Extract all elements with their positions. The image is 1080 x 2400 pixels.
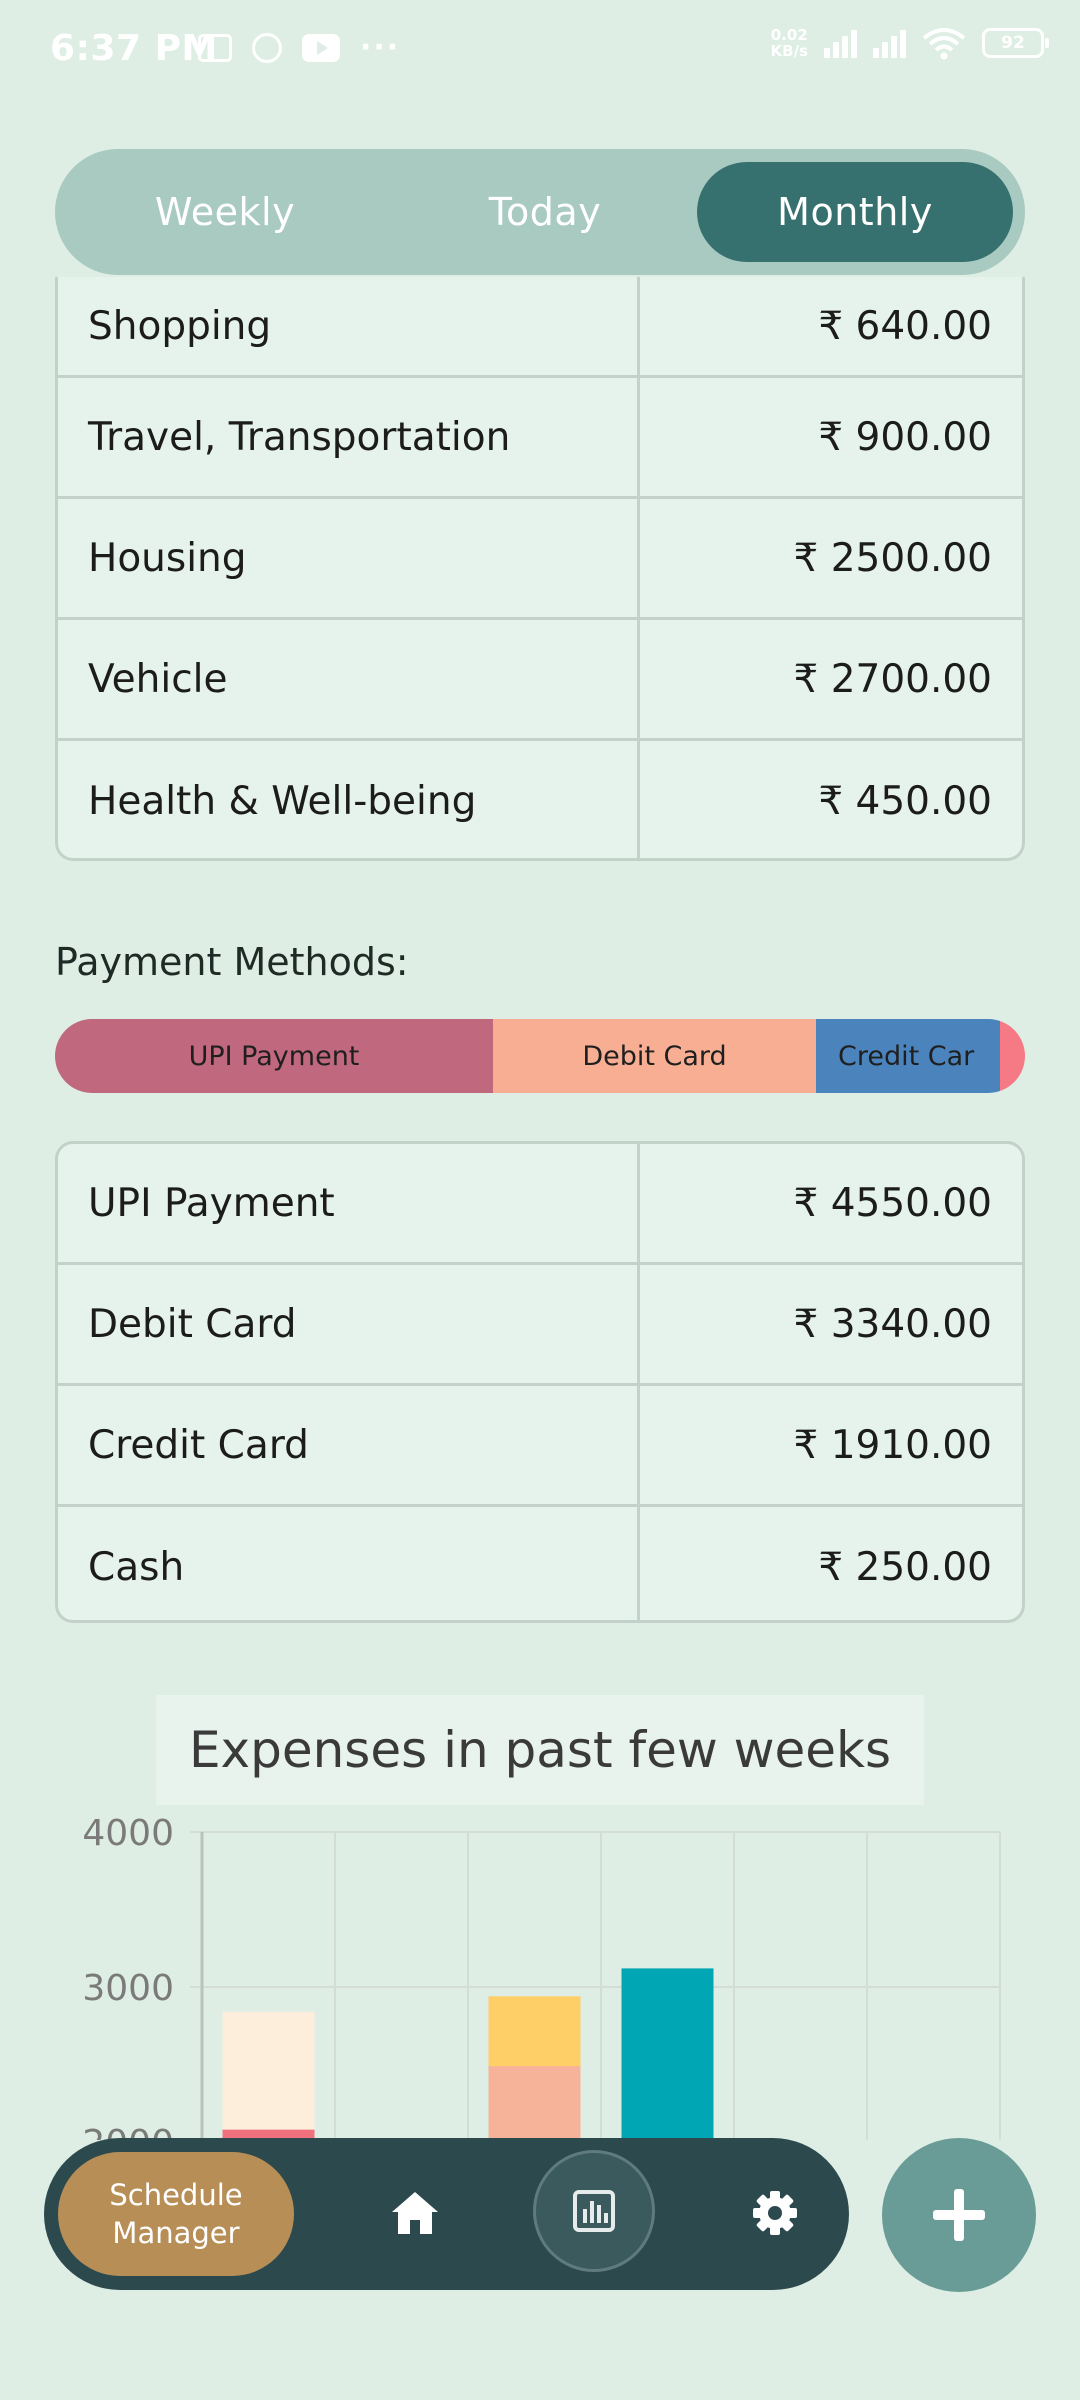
battery-level: 92 bbox=[1001, 33, 1025, 53]
chart-bar-segment bbox=[488, 2066, 581, 2140]
chart-bar-segment bbox=[621, 1968, 714, 2140]
toggle-monthly[interactable]: Monthly bbox=[697, 162, 1013, 262]
signal-1-icon bbox=[824, 28, 857, 58]
payment-methods-table: UPI Payment ₹ 4550.00 Debit Card ₹ 3340.… bbox=[55, 1141, 1025, 1623]
category-label: Shopping bbox=[88, 303, 272, 349]
stats-nav-button[interactable] bbox=[533, 2150, 655, 2272]
payment-label: Cash bbox=[88, 1545, 185, 1590]
add-expense-button[interactable] bbox=[882, 2138, 1036, 2292]
payment-bar-cash bbox=[1000, 1019, 1025, 1093]
network-speed-unit: KB/s bbox=[770, 42, 808, 60]
category-label: Health & Well-being bbox=[88, 779, 477, 824]
alarm-icon bbox=[252, 32, 282, 63]
network-speed-value: 0.02 bbox=[770, 26, 808, 44]
table-row: Credit Card ₹ 1910.00 bbox=[58, 1386, 1022, 1507]
expenses-bar-chart: 400030002000 bbox=[82, 1813, 1001, 2140]
y-tick-label: 3000 bbox=[82, 1968, 174, 2009]
table-row: Debit Card ₹ 3340.00 bbox=[58, 1265, 1022, 1386]
y-tick-label: 4000 bbox=[82, 1813, 174, 1854]
payment-bar-credit: Credit Car bbox=[816, 1019, 1000, 1093]
table-row: UPI Payment ₹ 4550.00 bbox=[58, 1144, 1022, 1265]
payment-amount: ₹ 3340.00 bbox=[793, 1301, 993, 1347]
gear-icon[interactable] bbox=[744, 2182, 806, 2244]
period-toggle: Weekly Today Monthly bbox=[55, 149, 1025, 275]
schedule-manager-button[interactable]: Schedule Manager bbox=[58, 2152, 294, 2276]
payment-label: Credit Card bbox=[88, 1422, 309, 1468]
payment-label: Debit Card bbox=[88, 1301, 297, 1347]
category-amount: ₹ 2700.00 bbox=[793, 656, 993, 702]
payment-amount: ₹ 1910.00 bbox=[793, 1422, 993, 1468]
table-row: Shopping ₹ 640.00 bbox=[58, 277, 1022, 378]
table-row: Travel, Transportation ₹ 900.00 bbox=[58, 378, 1022, 499]
status-system-icons: 0.02 KB/s 92 bbox=[771, 26, 1049, 60]
home-icon[interactable] bbox=[384, 2182, 446, 2244]
category-amount: ₹ 900.00 bbox=[818, 414, 992, 460]
bottom-navigation: Schedule Manager bbox=[44, 2138, 849, 2290]
payment-bar-upi: UPI Payment bbox=[55, 1019, 493, 1093]
table-row: Cash ₹ 250.00 bbox=[58, 1507, 1022, 1620]
network-speed: 0.02 KB/s bbox=[771, 27, 808, 59]
status-time: 6:37 PM bbox=[50, 28, 218, 69]
category-label: Housing bbox=[88, 535, 247, 581]
chart-title: Expenses in past few weeks bbox=[156, 1695, 924, 1805]
category-expense-table: Shopping ₹ 640.00 Travel, Transportation… bbox=[55, 277, 1025, 861]
plus-icon bbox=[933, 2189, 985, 2241]
table-row: Vehicle ₹ 2700.00 bbox=[58, 620, 1022, 741]
outlook-notification-icon bbox=[198, 33, 232, 62]
toggle-weekly[interactable]: Weekly bbox=[55, 149, 395, 275]
table-row: Health & Well-being ₹ 450.00 bbox=[58, 741, 1022, 858]
signal-2-icon bbox=[873, 28, 906, 58]
category-amount: ₹ 2500.00 bbox=[793, 535, 993, 581]
table-row: Housing ₹ 2500.00 bbox=[58, 499, 1022, 620]
youtube-icon bbox=[302, 33, 340, 62]
payment-amount: ₹ 250.00 bbox=[818, 1545, 992, 1590]
toggle-today[interactable]: Today bbox=[375, 149, 715, 275]
category-amount: ₹ 450.00 bbox=[818, 779, 992, 824]
wifi-icon bbox=[922, 28, 966, 60]
payment-amount: ₹ 4550.00 bbox=[793, 1180, 993, 1226]
status-notification-icons: ··· bbox=[198, 30, 400, 65]
payment-bar-debit: Debit Card bbox=[493, 1019, 816, 1093]
chart-bar-segment bbox=[222, 2011, 315, 2130]
bar-chart-icon bbox=[573, 2190, 615, 2232]
payment-methods-title: Payment Methods: bbox=[55, 940, 409, 984]
chart-bar-segment bbox=[488, 1996, 581, 2067]
category-label: Vehicle bbox=[88, 656, 228, 702]
category-amount: ₹ 640.00 bbox=[818, 303, 992, 349]
payment-methods-bar: UPI Payment Debit Card Credit Car bbox=[55, 1019, 1025, 1093]
category-label: Travel, Transportation bbox=[88, 414, 511, 460]
status-bar: 6:37 PM ··· 0.02 KB/s 92 bbox=[0, 0, 1080, 100]
more-notifications-icon: ··· bbox=[360, 30, 401, 65]
battery-icon: 92 bbox=[982, 28, 1049, 58]
payment-label: UPI Payment bbox=[88, 1180, 335, 1226]
